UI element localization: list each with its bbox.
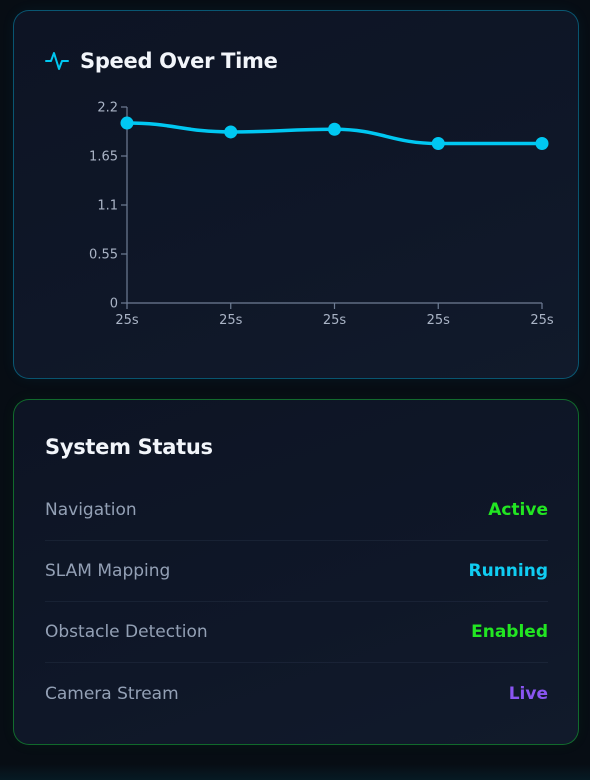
speed-data-point [431,137,445,151]
y-tick-label: 1.1 [97,199,118,214]
status-label: Obstacle Detection [45,622,208,642]
status-row-navigation: Navigation Active [45,480,548,541]
status-row-slam-mapping: SLAM Mapping Running [45,541,548,602]
status-label: SLAM Mapping [45,561,171,581]
status-row-camera-stream: Camera Stream Live [45,663,548,724]
status-label: Navigation [45,500,137,520]
speed-data-point [328,122,341,136]
y-tick-label: 1.65 [89,150,118,165]
speed-data-point [120,116,134,130]
speed-chart-card: 0 0.55 1.1 1.65 2.2 25s 25s 25s 25s 25s Speed Ove… [13,10,579,379]
pulse-icon [45,52,69,70]
system-status-card: System Status Navigation Active SLAM Map… [13,399,579,745]
bottom-glow [0,764,590,780]
status-value: Active [488,500,548,520]
speed-card-header: Speed Over Time [45,46,278,76]
y-tick-label: 2.2 [97,101,118,116]
x-tick-label: 25s [530,313,554,328]
y-tick-label: 0 [110,297,118,312]
speed-card-title: Speed Over Time [80,49,278,73]
status-value: Live [508,683,548,704]
speed-data-point [535,137,549,151]
status-card-title: System Status [45,435,213,459]
speed-data-point [224,125,238,139]
x-tick-label: 25s [323,313,347,328]
status-value: Enabled [471,622,548,642]
status-label: Camera Stream [45,683,179,704]
x-tick-label: 25s [427,313,451,328]
status-list: Navigation Active SLAM Mapping Running O… [45,480,548,724]
status-row-obstacle-detection: Obstacle Detection Enabled [45,602,548,663]
y-tick-label: 0.55 [89,248,118,263]
x-tick-label: 25s [115,313,139,328]
x-tick-label: 25s [219,313,243,328]
status-value: Running [468,561,549,581]
